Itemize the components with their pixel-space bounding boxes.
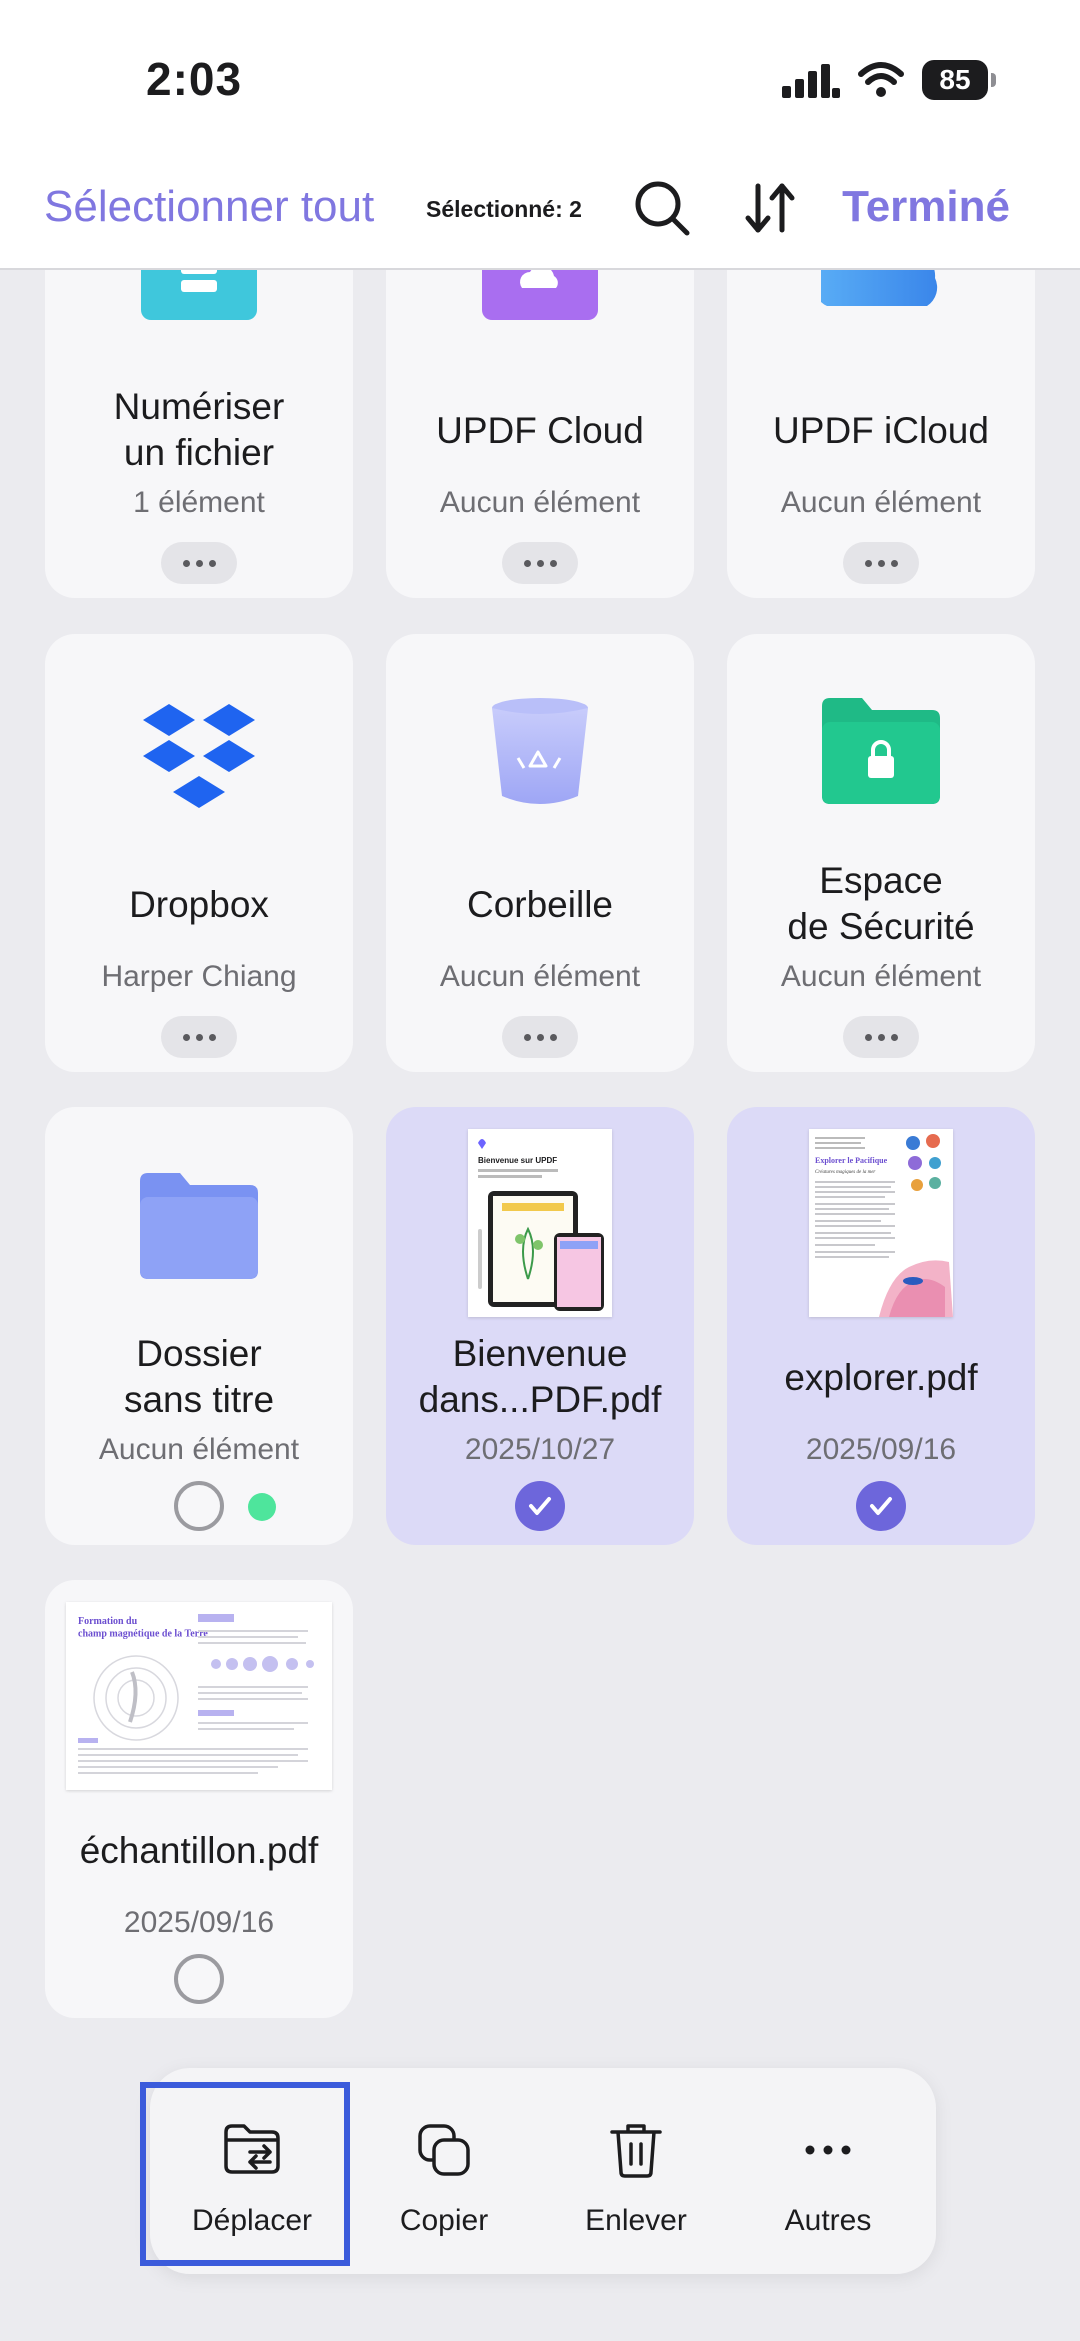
card-trash[interactable]: Corbeille Aucun élément (386, 634, 694, 1072)
more-label: Autres (784, 2204, 872, 2237)
explorer-pdf-preview: Explorer le Pacifique Créatures magiques… (815, 1134, 953, 1317)
copy-icon (418, 2124, 470, 2176)
card-title: UPDF Cloud (436, 410, 644, 451)
status-icons: 85 (782, 60, 996, 100)
more-options-button[interactable] (502, 1016, 578, 1058)
more-options-button[interactable] (502, 542, 578, 584)
selected-count: Sélectionné: 2 (426, 196, 582, 222)
remove-button[interactable]: Enlever (540, 2068, 732, 2274)
card-subtitle: Aucun élément (780, 960, 982, 993)
more-options-button[interactable] (843, 542, 919, 584)
card-secure-space[interactable]: Espace de Sécurité Aucun élément (727, 634, 1035, 1072)
card-title: Espace de Sécurité (787, 860, 975, 947)
select-radio[interactable] (174, 1481, 224, 1531)
search-icon[interactable] (632, 178, 692, 238)
selected-checkmark-icon[interactable] (856, 1481, 906, 1531)
top-bar: 2:03 85 Sélectionner tout Sélectionné: 2… (0, 0, 1080, 270)
card-subtitle: 2025/09/16 (805, 1433, 957, 1466)
card-sample-pdf[interactable]: Formation du champ magnétique de la Terre (45, 1580, 353, 2018)
move-label: Déplacer (191, 2204, 313, 2237)
pdf-thumbnail: Bienvenue sur UPDF (468, 1129, 612, 1317)
card-subtitle: Harper Chiang (101, 960, 297, 993)
move-folder-icon (224, 2124, 280, 2174)
card-dropbox[interactable]: Dropbox Harper Chiang (45, 634, 353, 1072)
card-title: Corbeille (466, 884, 613, 925)
status-time: 2:03 (146, 53, 243, 105)
more-icon (805, 2145, 851, 2155)
card-subtitle: Aucun élément (98, 1433, 300, 1466)
move-button[interactable]: Déplacer (156, 2068, 348, 2274)
sync-status-dot (248, 1493, 276, 1521)
thumb-heading: Explorer le Pacifique (815, 1156, 888, 1165)
dropbox-icon (143, 704, 255, 808)
select-radio[interactable] (174, 1954, 224, 2004)
selected-checkmark-icon[interactable] (515, 1481, 565, 1531)
more-button[interactable]: Autres (732, 2068, 924, 2274)
more-options-button[interactable] (843, 1016, 919, 1058)
card-title: Dropbox (129, 884, 269, 925)
sample-pdf-preview: Formation du champ magnétique de la Terre (78, 1614, 314, 1774)
card-subtitle: 2025/10/27 (464, 1433, 616, 1466)
battery-icon: 85 (922, 60, 996, 100)
thumb-heading: Bienvenue sur UPDF (478, 1156, 557, 1165)
thumb-heading: Formation du champ magnétique de la Terre (78, 1616, 208, 1640)
secure-folder-icon (822, 698, 940, 804)
wifi-icon (858, 62, 904, 97)
card-welcome-pdf[interactable]: Bienvenue sur UPDF Bienvenue dans...PDF.p… (386, 1107, 694, 1545)
trash-icon (610, 2124, 662, 2178)
copy-label: Copier (399, 2204, 489, 2237)
card-title: UPDF iCloud (773, 410, 989, 451)
more-options-button[interactable] (161, 542, 237, 584)
card-title: Numériser un fichier (113, 386, 285, 473)
done-button[interactable]: Terminé (842, 182, 1010, 232)
card-subtitle: Aucun élément (439, 960, 641, 993)
select-all-button[interactable]: Sélectionner tout (44, 182, 374, 232)
card-title: Dossier sans titre (123, 1333, 275, 1420)
sort-icon[interactable] (740, 178, 800, 238)
copy-button[interactable]: Copier (348, 2068, 540, 2274)
trash-bin-icon (492, 698, 588, 804)
card-title: Bienvenue dans...PDF.pdf (418, 1333, 662, 1420)
signal-icon (782, 64, 840, 98)
card-title: explorer.pdf (784, 1357, 978, 1398)
card-explorer-pdf[interactable]: Explorer le Pacifique Créatures magiques… (727, 1107, 1035, 1545)
bottom-action-bar: Déplacer Copier Enlever Autres (150, 2068, 936, 2274)
card-untitled-folder[interactable]: Dossier sans titre Aucun élément (45, 1107, 353, 1545)
more-options-button[interactable] (161, 1016, 237, 1058)
file-grid: Numériser un fichier 1 élément UPDF Cloud… (0, 0, 1080, 2100)
pdf-thumbnail: Formation du champ magnétique de la Terre (66, 1602, 332, 1790)
remove-label: Enlever (585, 2204, 687, 2237)
card-title: échantillon.pdf (79, 1830, 319, 1871)
thumb-subheading: Créatures magiques de la mer (815, 1170, 875, 1175)
pdf-thumbnail: Explorer le Pacifique Créatures magiques… (809, 1129, 953, 1317)
card-subtitle: Aucun élément (439, 486, 641, 519)
card-subtitle: Aucun élément (780, 486, 982, 519)
welcome-pdf-preview: Bienvenue sur UPDF (478, 1139, 604, 1311)
card-subtitle: 1 élément (133, 486, 265, 519)
card-subtitle: 2025/09/16 (123, 1906, 275, 1939)
folder-icon (140, 1173, 258, 1279)
